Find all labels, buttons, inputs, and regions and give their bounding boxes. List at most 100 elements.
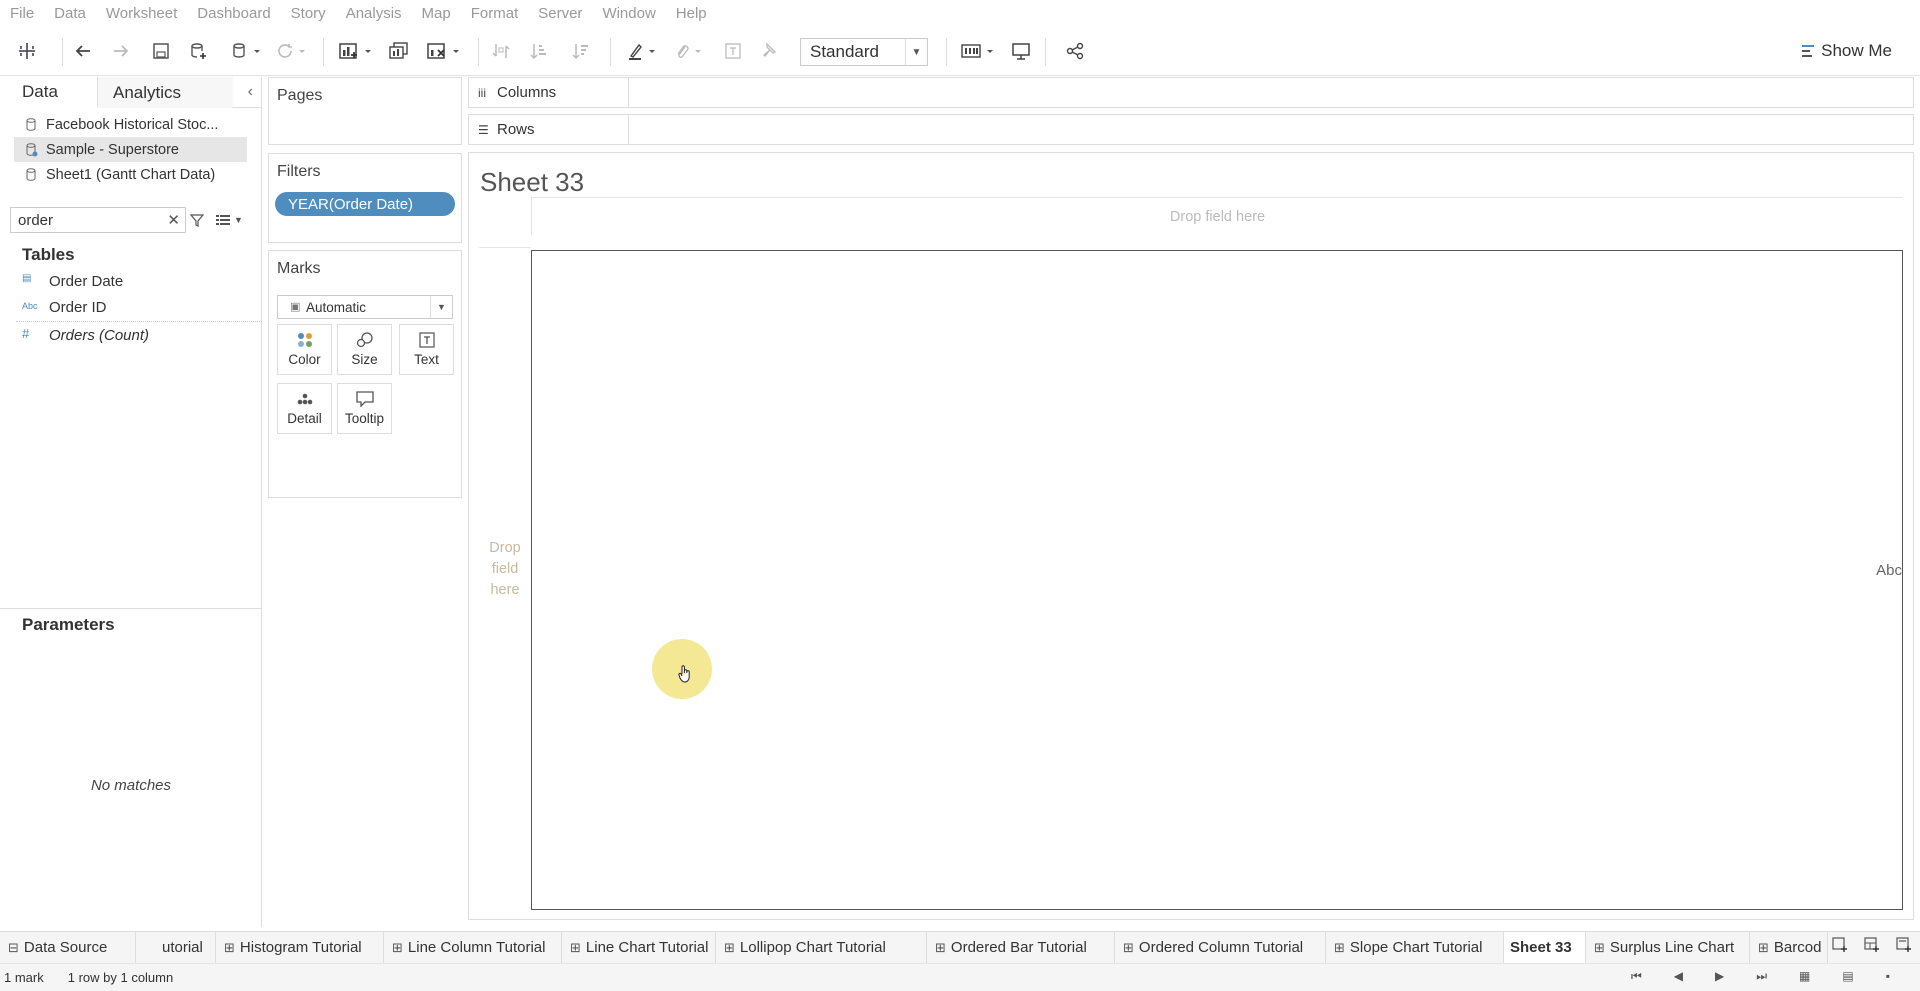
menu-file[interactable]: File — [10, 5, 34, 22]
drop-field-rows[interactable]: Drop field here — [479, 247, 531, 891]
color-label: Color — [288, 352, 321, 367]
pin-icon[interactable] — [756, 26, 782, 76]
fit-dropdown[interactable]: Standard ▼ — [800, 38, 928, 66]
size-button[interactable]: Size — [337, 324, 392, 375]
menu-data[interactable]: Data — [54, 5, 86, 22]
filter-pill[interactable]: YEAR(Order Date) — [275, 192, 455, 216]
filters-card[interactable]: Filters YEAR(Order Date) — [268, 153, 462, 243]
view-pane[interactable]: Abc — [531, 250, 1903, 910]
database-icon — [26, 118, 36, 131]
clear-sheet-icon[interactable] — [422, 26, 466, 76]
text-placeholder: Abc — [1876, 562, 1902, 579]
sheet-tab[interactable]: ⊞ Histogram Tutorial — [216, 932, 384, 963]
field-item[interactable]: # Orders (Count) — [0, 322, 260, 348]
sheet-tab[interactable]: ⊞ Surplus Line Chart — [1586, 932, 1750, 963]
refresh-icon[interactable] — [272, 26, 312, 76]
mark-type-dropdown[interactable]: ▣ Automatic ▼ — [277, 295, 453, 319]
field-search-input[interactable]: order ✕ — [10, 207, 186, 233]
presentation-icon[interactable] — [1008, 26, 1034, 76]
pause-updates-icon[interactable] — [226, 26, 266, 76]
sort-descending-icon[interactable] — [568, 26, 594, 76]
tooltip-icon — [338, 391, 391, 407]
fit-dropdown-value: Standard — [810, 42, 879, 61]
first-sheet-icon[interactable]: ⏮ — [1631, 969, 1642, 984]
datasource-label: Facebook Historical Stoc... — [46, 116, 219, 133]
menu-story[interactable]: Story — [291, 5, 326, 22]
menu-analysis[interactable]: Analysis — [346, 5, 402, 22]
sheet-tab[interactable]: ⊞ Ordered Column Tutorial — [1115, 932, 1326, 963]
sheet-title[interactable]: Sheet 33 — [480, 167, 584, 198]
tab-analytics[interactable]: Analytics — [98, 77, 233, 108]
new-story-tab-icon[interactable] — [1896, 937, 1912, 957]
text-icon — [400, 332, 453, 348]
columns-shelf[interactable]: iii Columns — [468, 77, 1914, 108]
menu-map[interactable]: Map — [422, 5, 451, 22]
sheet-tab[interactable]: utorial — [136, 932, 216, 963]
group-icon[interactable] — [668, 26, 708, 76]
worksheet-icon: ⊞ — [935, 939, 946, 955]
menu-dashboard[interactable]: Dashboard — [197, 5, 270, 22]
tooltip-button[interactable]: Tooltip — [337, 383, 392, 434]
tooltip-label: Tooltip — [344, 411, 385, 426]
clear-search-icon[interactable]: ✕ — [167, 211, 180, 229]
labels-icon[interactable] — [720, 26, 746, 76]
tab-label: Data Source — [23, 939, 108, 956]
menu-worksheet[interactable]: Worksheet — [106, 5, 177, 22]
drop-field-columns[interactable]: Drop field here — [531, 197, 1903, 235]
columns-label: Columns — [497, 84, 557, 101]
new-worksheet-icon[interactable] — [334, 26, 378, 76]
sheet-tab[interactable]: ⊞ Barcod — [1750, 932, 1828, 963]
datasource-item[interactable]: Sheet1 (Gantt Chart Data) — [0, 162, 261, 187]
tab-label: Line Column Tutorial — [407, 939, 546, 956]
sheet-tab-active[interactable]: Sheet 33 — [1504, 932, 1586, 963]
filmstrip-icon[interactable]: ▤ — [1842, 969, 1853, 984]
new-worksheet-tab-icon[interactable] — [1832, 937, 1848, 957]
next-sheet-icon[interactable]: ▶ — [1715, 969, 1724, 984]
show-me-button[interactable]: Show Me — [1801, 26, 1892, 76]
datasource-item[interactable]: Facebook Historical Stoc... — [0, 112, 261, 137]
menu-format[interactable]: Format — [471, 5, 519, 22]
menu-help[interactable]: Help — [676, 5, 707, 22]
menu-window[interactable]: Window — [602, 5, 655, 22]
duplicate-sheet-icon[interactable] — [384, 26, 414, 76]
color-button[interactable]: Color — [277, 324, 332, 375]
status-shape: 1 row by 1 column — [67, 970, 174, 985]
share-icon[interactable] — [1062, 26, 1088, 76]
sort-ascending-icon[interactable] — [526, 26, 552, 76]
sheet-tab[interactable]: ⊞ Slope Chart Tutorial — [1326, 932, 1504, 963]
field-item[interactable]: Abc Order ID — [0, 294, 260, 320]
prev-sheet-icon[interactable]: ◀ — [1674, 969, 1683, 984]
rows-shelf[interactable]: ☰ Rows — [468, 114, 1914, 145]
toolbar: Standard ▼ Show Me — [0, 26, 1920, 76]
highlight-icon[interactable] — [622, 26, 662, 76]
swap-icon[interactable] — [488, 26, 514, 76]
tab-data-source[interactable]: ⊟ Data Source — [0, 932, 136, 963]
sheet-sorter-icon[interactable]: ▦ — [1799, 969, 1810, 984]
view-options-icon[interactable]: ▼ — [216, 214, 243, 226]
tabs-view-icon[interactable]: ▪ — [1886, 969, 1890, 984]
tableau-logo-icon[interactable] — [14, 26, 40, 76]
new-datasource-icon[interactable] — [186, 26, 212, 76]
save-icon[interactable] — [148, 26, 174, 76]
menu-server[interactable]: Server — [538, 5, 582, 22]
pages-card[interactable]: Pages — [268, 77, 462, 145]
sheet-tab[interactable]: ⊞ Line Chart Tutorial — [562, 932, 716, 963]
field-item[interactable]: ▤ Order Date — [0, 268, 260, 294]
new-dashboard-tab-icon[interactable] — [1864, 937, 1880, 957]
detail-icon — [278, 391, 331, 407]
datasource-item[interactable]: Sample - Superstore — [14, 137, 247, 162]
collapse-pane-icon[interactable]: ‹ — [248, 83, 253, 101]
detail-button[interactable]: Detail — [277, 383, 332, 434]
tab-data[interactable]: Data — [0, 77, 98, 108]
redo-icon[interactable] — [108, 26, 134, 76]
cards-icon[interactable] — [956, 26, 1000, 76]
sheet-tab[interactable]: ⊞ Ordered Bar Tutorial — [927, 932, 1115, 963]
sheet-tab[interactable]: ⊞ Line Column Tutorial — [384, 932, 562, 963]
filter-icon[interactable] — [190, 213, 204, 227]
last-sheet-icon[interactable]: ⏭ — [1756, 969, 1767, 984]
text-button[interactable]: Text — [399, 324, 454, 375]
field-search-row: order ✕ ▼ — [10, 207, 250, 233]
sheet-tab[interactable]: ⊞ Lollipop Chart Tutorial — [716, 932, 927, 963]
undo-icon[interactable] — [70, 26, 96, 76]
database-icon — [26, 168, 36, 181]
